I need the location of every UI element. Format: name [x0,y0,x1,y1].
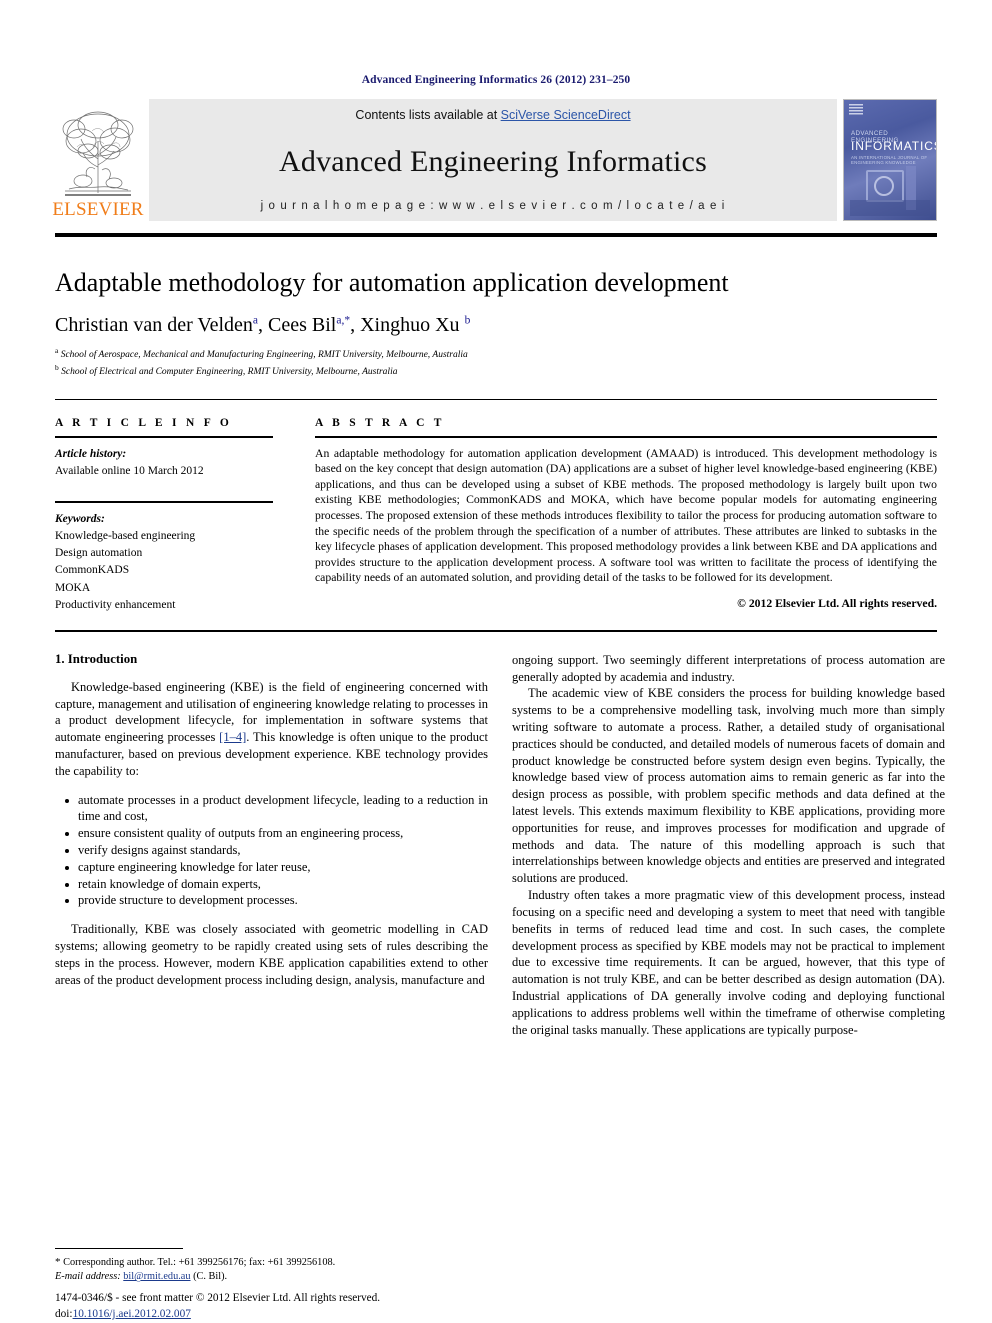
doi-link[interactable]: 10.1016/j.aei.2012.02.007 [73,1308,191,1320]
list-item: automate processes in a product developm… [65,792,488,824]
abstract-divider [55,630,937,632]
body-column-right: ongoing support. Two seemingly different… [512,652,945,1039]
abstract-rule [315,436,937,438]
corresponding-author-footnote: * Corresponding author. Tel.: +61 399256… [55,1247,488,1285]
affiliation-a-marker: a [55,345,59,355]
keyword-list: Knowledge-based engineering Design autom… [55,528,279,614]
abstract-column: A B S T R A C T An adaptable methodology… [297,417,937,614]
journal-cover-thumbnail: ADVANCED ENGINEERING INFORMATICS AN INTE… [843,99,937,221]
citation-link[interactable]: [1–4] [219,730,246,744]
affiliations: a School of Aerospace, Mechanical and Ma… [55,346,937,380]
keywords-rule [55,501,273,503]
sciencedirect-link[interactable]: SciVerse ScienceDirect [501,108,631,122]
keyword-item: Design automation [55,547,143,560]
affiliation-b: b School of Electrical and Computer Engi… [55,363,937,380]
footnote-rule [55,1247,183,1249]
email-label: E-mail address: [55,1271,121,1283]
contents-prefix: Contents lists available at [355,108,501,122]
email-suffix: (C. Bil). [193,1271,228,1283]
cover-line-2: INFORMATICS [851,139,937,153]
keyword-item: Productivity enhancement [55,598,176,611]
journal-article-page: Advanced Engineering Informatics 26 (201… [0,0,992,1323]
journal-homepage[interactable]: j o u r n a l h o m e p a g e : w w w . … [261,200,726,212]
keywords-label: Keywords: [55,512,105,525]
footnote-email-line: E-mail address: bil@rmit.edu.au (C. Bil)… [55,1270,488,1285]
elsevier-wordmark: ELSEVIER [52,199,144,220]
body-column-left: 1. Introduction Knowledge-based engineer… [55,652,488,1039]
article-history-value: Available online 10 March 2012 [55,464,204,477]
affiliation-a: a School of Aerospace, Mechanical and Ma… [55,346,937,363]
elsevier-logo: ELSEVIER [52,99,144,221]
capability-bullet-list: automate processes in a product developm… [55,792,488,910]
affiliation-b-marker: b [55,362,59,372]
article-history-label: Article history: [55,447,127,460]
cover-graphic-dial [874,176,894,196]
list-item: ensure consistent quality of outputs fro… [65,825,488,842]
list-item: capture engineering knowledge for later … [65,859,488,876]
article-info-heading: A R T I C L E I N F O [55,417,233,430]
keyword-item: Knowledge-based engineering [55,529,196,542]
imprint-doi-line: doi:10.1016/j.aei.2012.02.007 [55,1307,525,1323]
imprint-block: 1474-0346/$ - see front matter © 2012 El… [55,1291,525,1323]
footnote-corresponding-text: Corresponding author. Tel.: +61 39925617… [63,1256,336,1268]
cover-graphic-base [850,200,930,216]
running-head: Advanced Engineering Informatics 26 (201… [361,74,631,86]
info-abstract-region: A R T I C L E I N F O Article history: A… [55,417,937,614]
body-paragraph: ongoing support. Two seemingly different… [512,652,945,684]
doi-prefix: doi: [55,1308,73,1321]
body-paragraph: Traditionally, KBE was closely associate… [55,922,488,987]
list-item: verify designs against standards, [65,842,488,859]
keyword-item: MOKA [55,581,91,594]
section-heading-introduction: 1. Introduction [55,651,138,666]
masthead-divider [55,233,937,237]
affiliation-a-text: School of Aerospace, Mechanical and Manu… [60,350,468,361]
contents-list-line: Contents lists available at SciVerse Sci… [355,108,630,122]
article-info-column: A R T I C L E I N F O Article history: A… [55,417,297,614]
author-list: Christian van der Veldena, Cees Bila,*, … [55,313,471,336]
list-item: retain knowledge of domain experts, [65,876,488,893]
abstract-heading: A B S T R A C T [315,417,445,430]
cover-elsevier-mark [849,104,863,116]
body-paragraph: Knowledge-based engineering (KBE) is the… [55,679,488,780]
abstract-text: An adaptable methodology for automation … [315,446,937,585]
article-info-spacer [55,480,279,494]
journal-masthead: ELSEVIER Contents lists available at Sci… [52,99,937,221]
article-info-rule [55,436,273,438]
journal-band: Contents lists available at SciVerse Sci… [149,99,837,221]
affiliation-b-text: School of Electrical and Computer Engine… [61,366,398,377]
cover-line-3: AN INTERNATIONAL JOURNAL OF ENGINEERING … [851,155,928,165]
body-columns: 1. Introduction Knowledge-based engineer… [55,652,945,1039]
keyword-item: CommonKADS [55,564,130,577]
page-title: Adaptable methodology for automation app… [55,268,729,297]
body-paragraph: Industry often takes a more pragmatic vi… [512,888,945,1037]
journal-title: Advanced Engineering Informatics [279,145,707,178]
footnote-marker: * [55,1255,61,1268]
title-divider [55,398,937,401]
body-paragraph: The academic view of KBE considers the p… [512,686,945,886]
footnote-corresponding-line: * Corresponding author. Tel.: +61 399256… [55,1255,488,1271]
email-link[interactable]: bil@rmit.edu.au [123,1271,190,1282]
imprint-issn-line: 1474-0346/$ - see front matter © 2012 El… [55,1292,381,1305]
elsevier-tree-icon [62,111,134,196]
list-item: provide structure to development process… [65,892,488,909]
copyright-line: © 2012 Elsevier Ltd. All rights reserved… [737,596,937,610]
